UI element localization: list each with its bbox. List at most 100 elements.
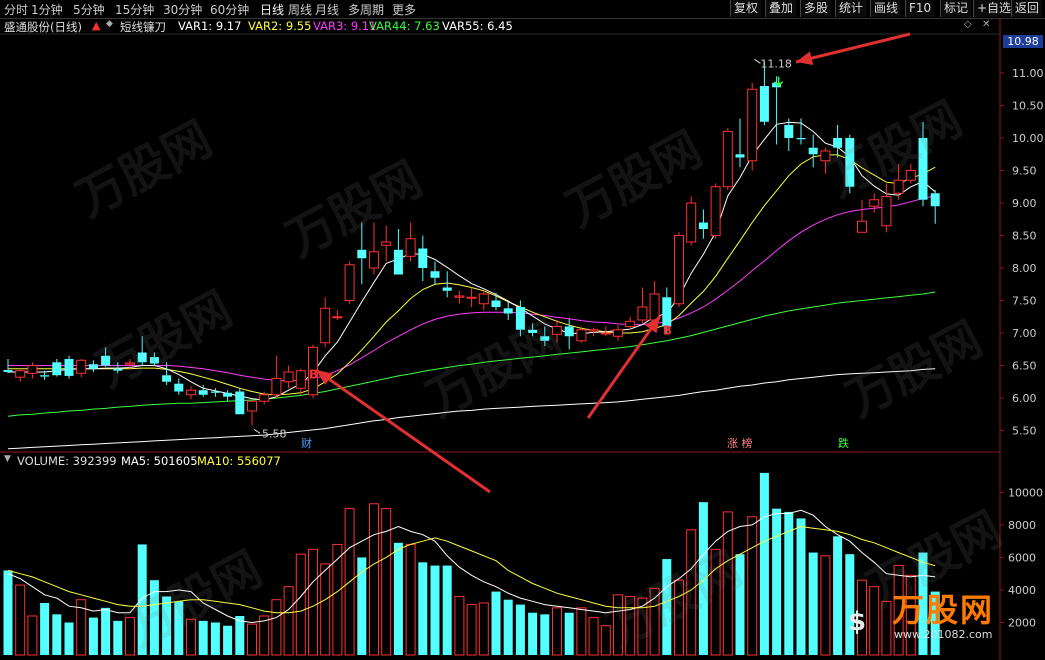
candle (918, 138, 928, 200)
candle (101, 355, 111, 366)
candle (662, 297, 672, 327)
volume-bar (405, 543, 416, 656)
candle (186, 389, 196, 396)
volume-bar (540, 614, 550, 655)
candle (3, 370, 13, 372)
candle (649, 293, 660, 321)
volume-ma10-line (7, 525, 936, 614)
candle (271, 378, 282, 396)
kline-chart[interactable]: 11.00 10.50 10.00 9.50 9.00 8.50 8.00 7.50 7.00 6… (0, 0, 1045, 660)
volume-bar (223, 625, 233, 655)
volume-bar (210, 622, 220, 655)
candle (722, 131, 733, 188)
candle (845, 138, 855, 187)
volume-bar (430, 565, 440, 655)
volume-tick-label: 10000 (1008, 486, 1043, 499)
candle (223, 392, 233, 397)
volume-bar (369, 503, 379, 656)
high-price-label: 11.18 (760, 57, 792, 70)
candle (576, 329, 587, 342)
volume-bar (113, 620, 123, 655)
candle (698, 222, 708, 229)
candle (674, 235, 684, 305)
volume-tick-label: 6000 (1008, 551, 1036, 564)
logo-text: 万股网 (892, 591, 995, 629)
volume-bar (137, 544, 147, 655)
candle (515, 307, 525, 330)
volume-bar (454, 595, 465, 656)
var2-line (8, 154, 936, 396)
low-pointer (253, 428, 261, 434)
candle (796, 138, 806, 140)
volume-bar (308, 548, 318, 656)
candle (930, 193, 940, 207)
volume-bar (247, 623, 257, 656)
candle (735, 154, 745, 158)
candle (833, 138, 843, 148)
volume-bar (600, 625, 611, 656)
volume-bar (3, 570, 13, 655)
volume-bar (772, 508, 782, 655)
volume-bar (88, 617, 98, 655)
current-price-tag: 10.98 (1003, 35, 1043, 48)
volume-bar (674, 579, 684, 656)
volume-bar (320, 563, 331, 656)
candle (893, 179, 904, 194)
price-tick-label: 6.00 (1012, 392, 1037, 405)
price-tick-label: 5.50 (1012, 425, 1037, 438)
price-tick-label: 7.00 (1012, 327, 1037, 340)
volume-bar (686, 529, 697, 656)
volume-bar (101, 607, 111, 655)
candle (491, 300, 501, 307)
event-tag-limitup: 涨 榜 (727, 436, 753, 450)
candle (613, 329, 623, 337)
volume-bar (491, 591, 501, 655)
candle (149, 357, 159, 364)
candle (137, 352, 147, 363)
candle (88, 364, 98, 369)
volume-bar (528, 612, 538, 655)
candle (76, 359, 87, 374)
candle (564, 326, 574, 337)
candle (64, 359, 74, 376)
candle (381, 241, 392, 246)
candle (637, 306, 648, 321)
volume-bar (698, 502, 708, 655)
volume-bar (442, 565, 452, 655)
candle (588, 329, 599, 332)
candle (430, 271, 440, 278)
candle (405, 238, 416, 257)
candle (40, 375, 50, 377)
volume-bar (710, 548, 721, 656)
candle (357, 249, 367, 259)
volume-bar (259, 615, 270, 656)
buy-signal-marker: B (663, 324, 672, 338)
price-tick-label: 8.50 (1012, 230, 1037, 243)
volume-bar (162, 596, 172, 655)
candle (747, 88, 758, 162)
annotation-arrow-1 (315, 368, 491, 494)
volume-bar (198, 620, 208, 655)
candle (418, 248, 428, 268)
volume-bar (613, 594, 623, 656)
candle (27, 365, 38, 374)
candle (820, 150, 831, 162)
price-tick-label: 11.00 (1012, 67, 1044, 80)
volume-bar (332, 543, 343, 656)
candle (344, 264, 355, 301)
candle (710, 186, 721, 236)
annotation-arrow-3 (795, 32, 911, 64)
logo-url: www.201082.com (894, 628, 993, 641)
volume-bar (64, 622, 74, 655)
annotation-arrow-3-head-icon (796, 51, 814, 65)
price-tick-label: 8.00 (1012, 262, 1037, 275)
candle (295, 370, 306, 389)
site-logo: $ 万股网 www.201082.com (842, 585, 1022, 647)
candle (784, 125, 794, 138)
volume-bar (662, 559, 672, 655)
volume-bar (186, 618, 196, 656)
candle (503, 308, 513, 314)
candle (52, 362, 62, 376)
candle (162, 375, 172, 382)
volume-bar (393, 542, 403, 655)
